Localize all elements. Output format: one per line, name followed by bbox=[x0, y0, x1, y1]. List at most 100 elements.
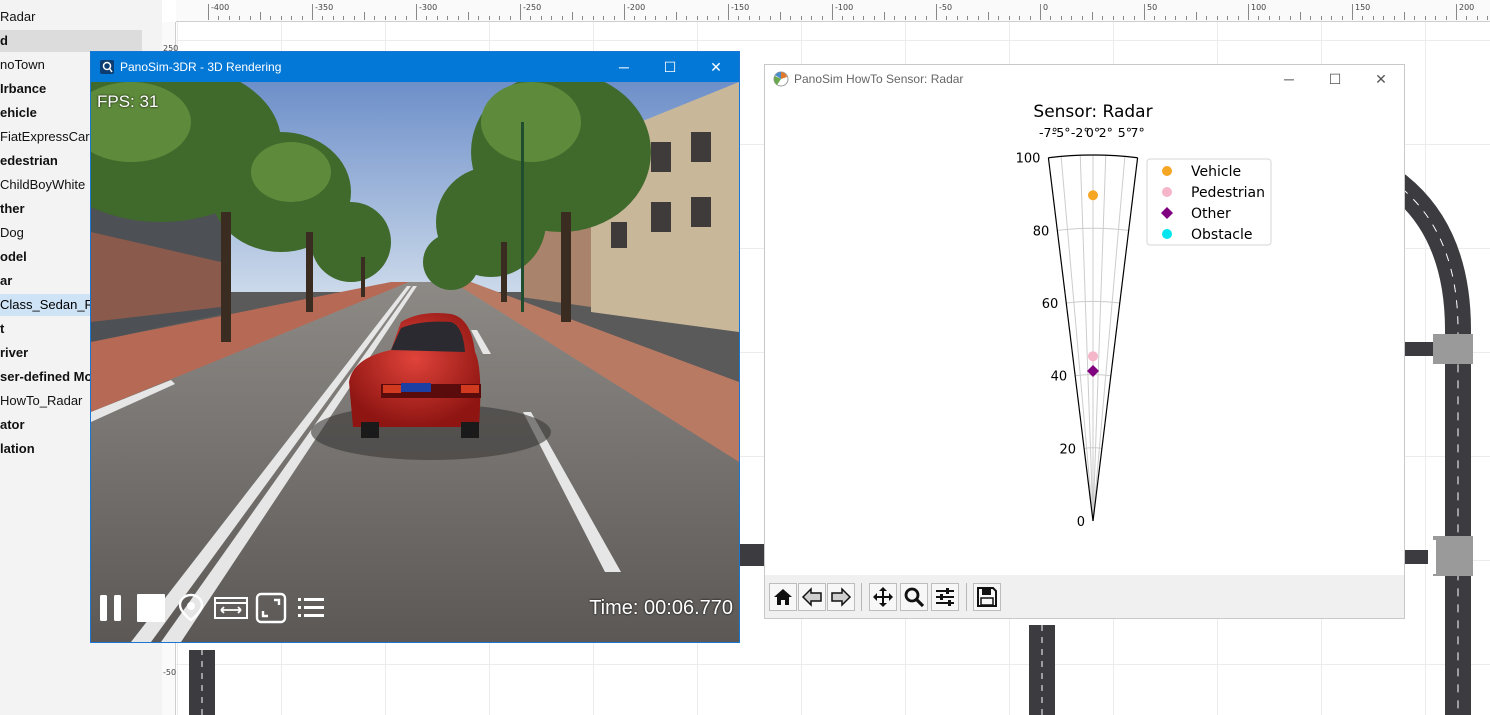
ruler-minor-tick bbox=[1268, 16, 1270, 20]
ruler-minor-tick bbox=[738, 16, 740, 20]
ruler-tick bbox=[1456, 4, 1457, 20]
location-pin-icon[interactable] bbox=[175, 592, 207, 624]
ruler-minor-tick bbox=[291, 16, 293, 20]
ruler-tick bbox=[520, 4, 521, 20]
close-button[interactable]: ✕ bbox=[693, 52, 739, 82]
simulation-time: Time: 00:06.770 bbox=[589, 597, 733, 619]
ruler-label: -250 bbox=[523, 3, 542, 12]
ruler-minor-tick bbox=[1435, 16, 1437, 20]
ruler-minor-tick bbox=[1341, 16, 1343, 20]
ruler-minor-tick bbox=[1112, 16, 1114, 20]
tree-item[interactable]: Class_Sedan_Rad bbox=[0, 294, 92, 316]
home-button[interactable] bbox=[769, 583, 797, 611]
ruler-minor-tick bbox=[863, 16, 865, 20]
ruler-minor-tick bbox=[582, 16, 584, 20]
ruler-minor-tick bbox=[852, 16, 854, 20]
ruler-minor-tick bbox=[1133, 16, 1135, 20]
ruler-minor-tick bbox=[717, 16, 719, 20]
ruler-minor-tick bbox=[364, 12, 365, 20]
ruler-label: -300 bbox=[419, 3, 438, 12]
render-window[interactable]: PanoSim-3DR - 3D Rendering ─ ☐ ✕ FPS: 31… bbox=[90, 51, 740, 643]
minimize-button[interactable]: ─ bbox=[1266, 65, 1312, 93]
ruler-label: 200 bbox=[1459, 3, 1475, 12]
ruler-minor-tick bbox=[1310, 16, 1312, 20]
ruler-minor-tick bbox=[509, 16, 511, 20]
stop-icon[interactable] bbox=[135, 592, 167, 624]
ruler-minor-tick bbox=[842, 16, 844, 20]
ruler-minor-tick bbox=[426, 16, 428, 20]
ruler-minor-tick bbox=[395, 16, 397, 20]
radar-plot-window[interactable]: PanoSim HowTo Sensor: Radar ─ ☐ ✕ Sensor… bbox=[764, 64, 1405, 619]
back-button[interactable] bbox=[798, 583, 826, 611]
ruler-label: 150 bbox=[1355, 3, 1371, 12]
menu-list-icon[interactable] bbox=[295, 592, 327, 624]
maximize-button[interactable]: ☐ bbox=[1312, 65, 1358, 93]
ruler-minor-tick bbox=[592, 16, 594, 20]
ruler-minor-tick bbox=[478, 16, 480, 20]
ruler-minor-tick bbox=[436, 16, 438, 20]
radar-polar-chart[interactable]: Sensor: Radar-7°-5° -2°0°2° 5°7°0204060801… bbox=[765, 93, 1404, 575]
ruler-minor-tick bbox=[1372, 16, 1374, 20]
ruler-minor-tick bbox=[1466, 16, 1468, 20]
ruler-label: -100 bbox=[835, 3, 854, 12]
maximize-button[interactable]: ☐ bbox=[647, 52, 693, 82]
3d-viewport[interactable] bbox=[91, 82, 739, 642]
pan-button[interactable] bbox=[869, 583, 897, 611]
legend-label: Other bbox=[1191, 206, 1231, 222]
ruler-minor-tick bbox=[1258, 16, 1260, 20]
ruler-minor-tick bbox=[925, 16, 927, 20]
ruler-minor-tick bbox=[1362, 16, 1364, 20]
angle-tick-label: 2° bbox=[1099, 125, 1113, 140]
ruler-minor-tick bbox=[998, 16, 1000, 20]
ruler-minor-tick bbox=[956, 16, 958, 20]
save-button[interactable] bbox=[973, 583, 1001, 611]
ruler-label: -150 bbox=[731, 3, 750, 12]
ruler-minor-tick bbox=[280, 16, 282, 20]
view-width-icon[interactable] bbox=[213, 592, 249, 624]
ruler-tick bbox=[208, 4, 209, 20]
render-window-titlebar[interactable]: PanoSim-3DR - 3D Rendering ─ ☐ ✕ bbox=[91, 52, 739, 82]
range-tick-label: 100 bbox=[1016, 152, 1041, 167]
forward-button[interactable] bbox=[827, 583, 855, 611]
angle-grid-line bbox=[1092, 156, 1126, 522]
ruler-minor-tick bbox=[904, 16, 906, 20]
close-button[interactable]: ✕ bbox=[1358, 65, 1404, 93]
ruler-minor-tick bbox=[977, 16, 979, 20]
ruler-minor-tick bbox=[1029, 16, 1031, 20]
ruler-label: -50 bbox=[163, 668, 177, 677]
ruler-tick bbox=[312, 4, 313, 20]
configure-subplots-button[interactable] bbox=[931, 583, 959, 611]
angle-grid-line bbox=[1060, 156, 1094, 522]
legend-marker bbox=[1162, 229, 1172, 239]
ruler-minor-tick bbox=[655, 16, 657, 20]
ruler-label: 50 bbox=[1147, 3, 1158, 12]
ruler-minor-tick bbox=[561, 16, 563, 20]
ruler-minor-tick bbox=[239, 16, 241, 20]
tree-item[interactable]: d bbox=[0, 30, 142, 52]
legend-label: Obstacle bbox=[1191, 227, 1252, 243]
ruler-tick bbox=[936, 4, 937, 20]
ruler-minor-tick bbox=[374, 16, 376, 20]
fullscreen-icon[interactable] bbox=[255, 592, 287, 624]
ruler-tick bbox=[624, 4, 625, 20]
ruler-minor-tick bbox=[499, 16, 501, 20]
toolbar-separator bbox=[966, 583, 967, 611]
ruler-minor-tick bbox=[228, 16, 230, 20]
minimize-button[interactable]: ─ bbox=[601, 52, 647, 82]
ruler-minor-tick bbox=[1279, 16, 1281, 20]
zoom-button[interactable] bbox=[900, 583, 928, 611]
angle-tick-label: -5° bbox=[1052, 125, 1071, 140]
ruler-minor-tick bbox=[759, 16, 761, 20]
radar-window-titlebar[interactable]: PanoSim HowTo Sensor: Radar ─ ☐ ✕ bbox=[765, 65, 1404, 93]
app-icon bbox=[100, 60, 114, 74]
tree-item[interactable]: Radar bbox=[0, 6, 162, 28]
legend-label: Vehicle bbox=[1191, 164, 1241, 180]
ruler-minor-tick bbox=[946, 16, 948, 20]
ruler-minor-tick bbox=[384, 16, 386, 20]
ruler-minor-tick bbox=[915, 16, 917, 20]
legend-label: Pedestrian bbox=[1191, 185, 1265, 201]
ruler-minor-tick bbox=[967, 16, 969, 20]
pause-icon[interactable] bbox=[95, 592, 127, 624]
legend-marker bbox=[1162, 166, 1172, 176]
ruler-minor-tick bbox=[800, 16, 802, 20]
